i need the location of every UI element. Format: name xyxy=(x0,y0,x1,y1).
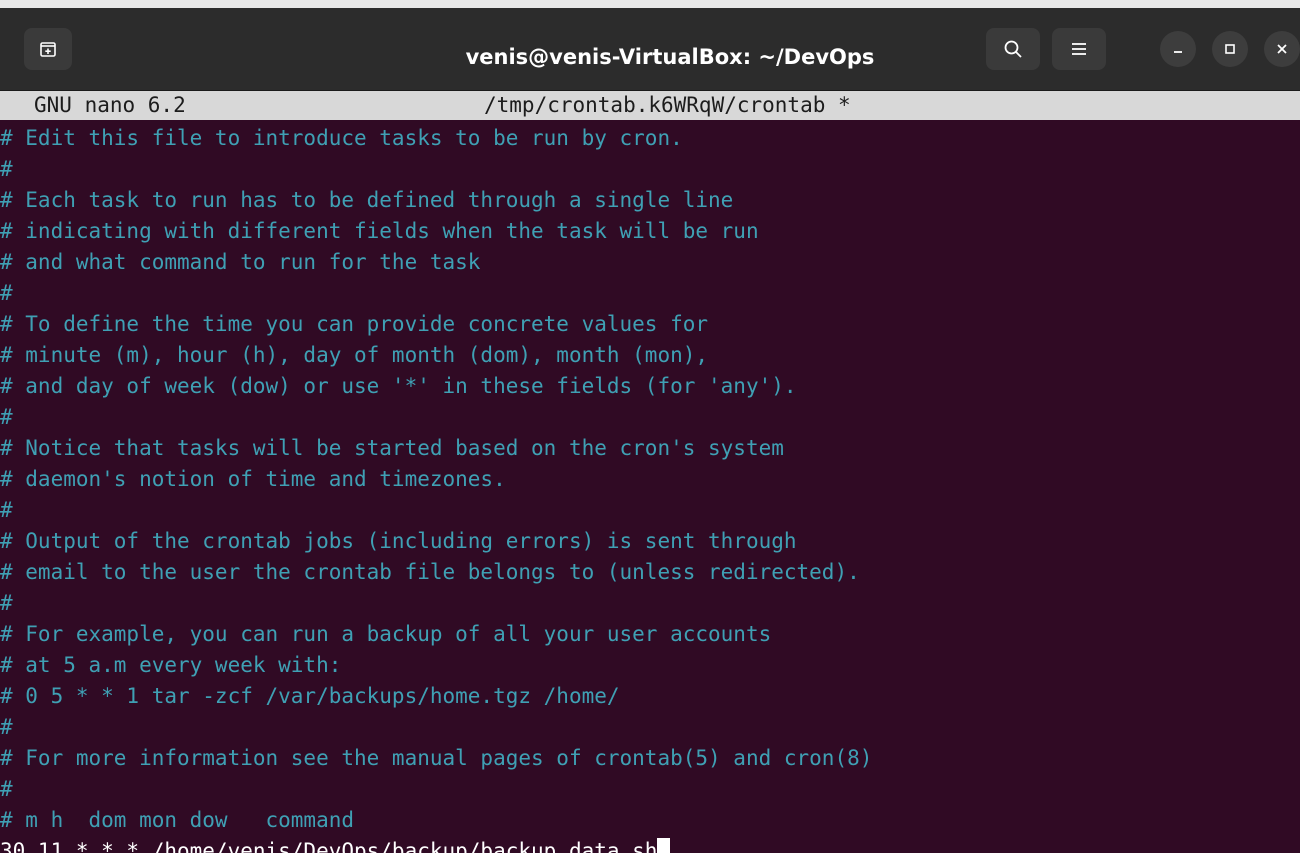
window-title: venis@venis-VirtualBox: ~/DevOps xyxy=(465,45,875,69)
editor-comment-line: # xyxy=(0,498,13,522)
editor-comment-line: # at 5 a.m every week with: xyxy=(0,653,342,677)
editor-comment-line: # and day of week (dow) or use '*' in th… xyxy=(0,374,797,398)
crontab-entry-text: 30 11 * * * /home/venis/DevOps/backup/ba… xyxy=(0,839,658,853)
terminal-window: venis@venis-VirtualBox: ~/DevOps GNU nan… xyxy=(0,0,1300,853)
editor-comment-line: # Each task to run has to be defined thr… xyxy=(0,188,734,212)
nano-header-bar: GNU nano 6.2 /tmp/crontab.k6WRqW/crontab… xyxy=(0,91,1300,120)
editor-comment-line: # xyxy=(0,591,13,615)
editor-comment-line: # Notice that tasks will be started base… xyxy=(0,436,784,460)
terminal-titlebar[interactable]: venis@venis-VirtualBox: ~/DevOps xyxy=(0,8,1300,91)
menu-button[interactable] xyxy=(1052,28,1106,70)
editor-buffer[interactable]: # Edit this file to introduce tasks to b… xyxy=(0,120,1300,853)
hamburger-menu-icon xyxy=(1072,43,1086,55)
editor-comment-line: # indicating with different fields when … xyxy=(0,219,759,243)
text-cursor xyxy=(657,838,671,853)
crontab-entry-line: 30 11 * * * /home/venis/DevOps/backup/ba… xyxy=(0,836,671,853)
minimize-button[interactable] xyxy=(1160,31,1196,67)
editor-comment-line: # 0 5 * * 1 tar -zcf /var/backups/home.t… xyxy=(0,684,620,708)
editor-comment-line: # minute (m), hour (h), day of month (do… xyxy=(0,343,709,367)
new-tab-icon xyxy=(40,42,56,57)
editor-comment-line: # xyxy=(0,405,13,429)
editor-comment-line: # and what command to run for the task xyxy=(0,250,481,274)
editor-comment-line: # For more information see the manual pa… xyxy=(0,746,873,770)
maximize-icon xyxy=(1225,44,1235,54)
editor-comment-line: # email to the user the crontab file bel… xyxy=(0,560,860,584)
close-button[interactable] xyxy=(1264,31,1300,67)
nano-filename: /tmp/crontab.k6WRqW/crontab * xyxy=(484,93,851,117)
search-icon xyxy=(1004,40,1022,58)
minimize-icon xyxy=(1174,51,1182,53)
nano-version: GNU nano 6.2 xyxy=(34,93,186,117)
search-button[interactable] xyxy=(986,28,1040,70)
maximize-button[interactable] xyxy=(1212,31,1248,67)
editor-comment-line: # xyxy=(0,715,13,739)
editor-comment-line: # Output of the crontab jobs (including … xyxy=(0,529,797,553)
editor-comment-line: # xyxy=(0,157,13,181)
editor-comment-line: # daemon's notion of time and timezones. xyxy=(0,467,506,491)
close-icon xyxy=(1277,44,1287,54)
editor-comment-line: # To define the time you can provide con… xyxy=(0,312,709,336)
editor-comment-line: # xyxy=(0,777,13,801)
editor-comment-line: # For example, you can run a backup of a… xyxy=(0,622,772,646)
new-tab-button[interactable] xyxy=(24,28,72,70)
window-top-edge xyxy=(0,0,1300,8)
editor-comment-line: # m h dom mon dow command xyxy=(0,808,355,832)
editor-comment-line: # Edit this file to introduce tasks to b… xyxy=(0,126,683,150)
editor-comment-line: # xyxy=(0,281,13,305)
